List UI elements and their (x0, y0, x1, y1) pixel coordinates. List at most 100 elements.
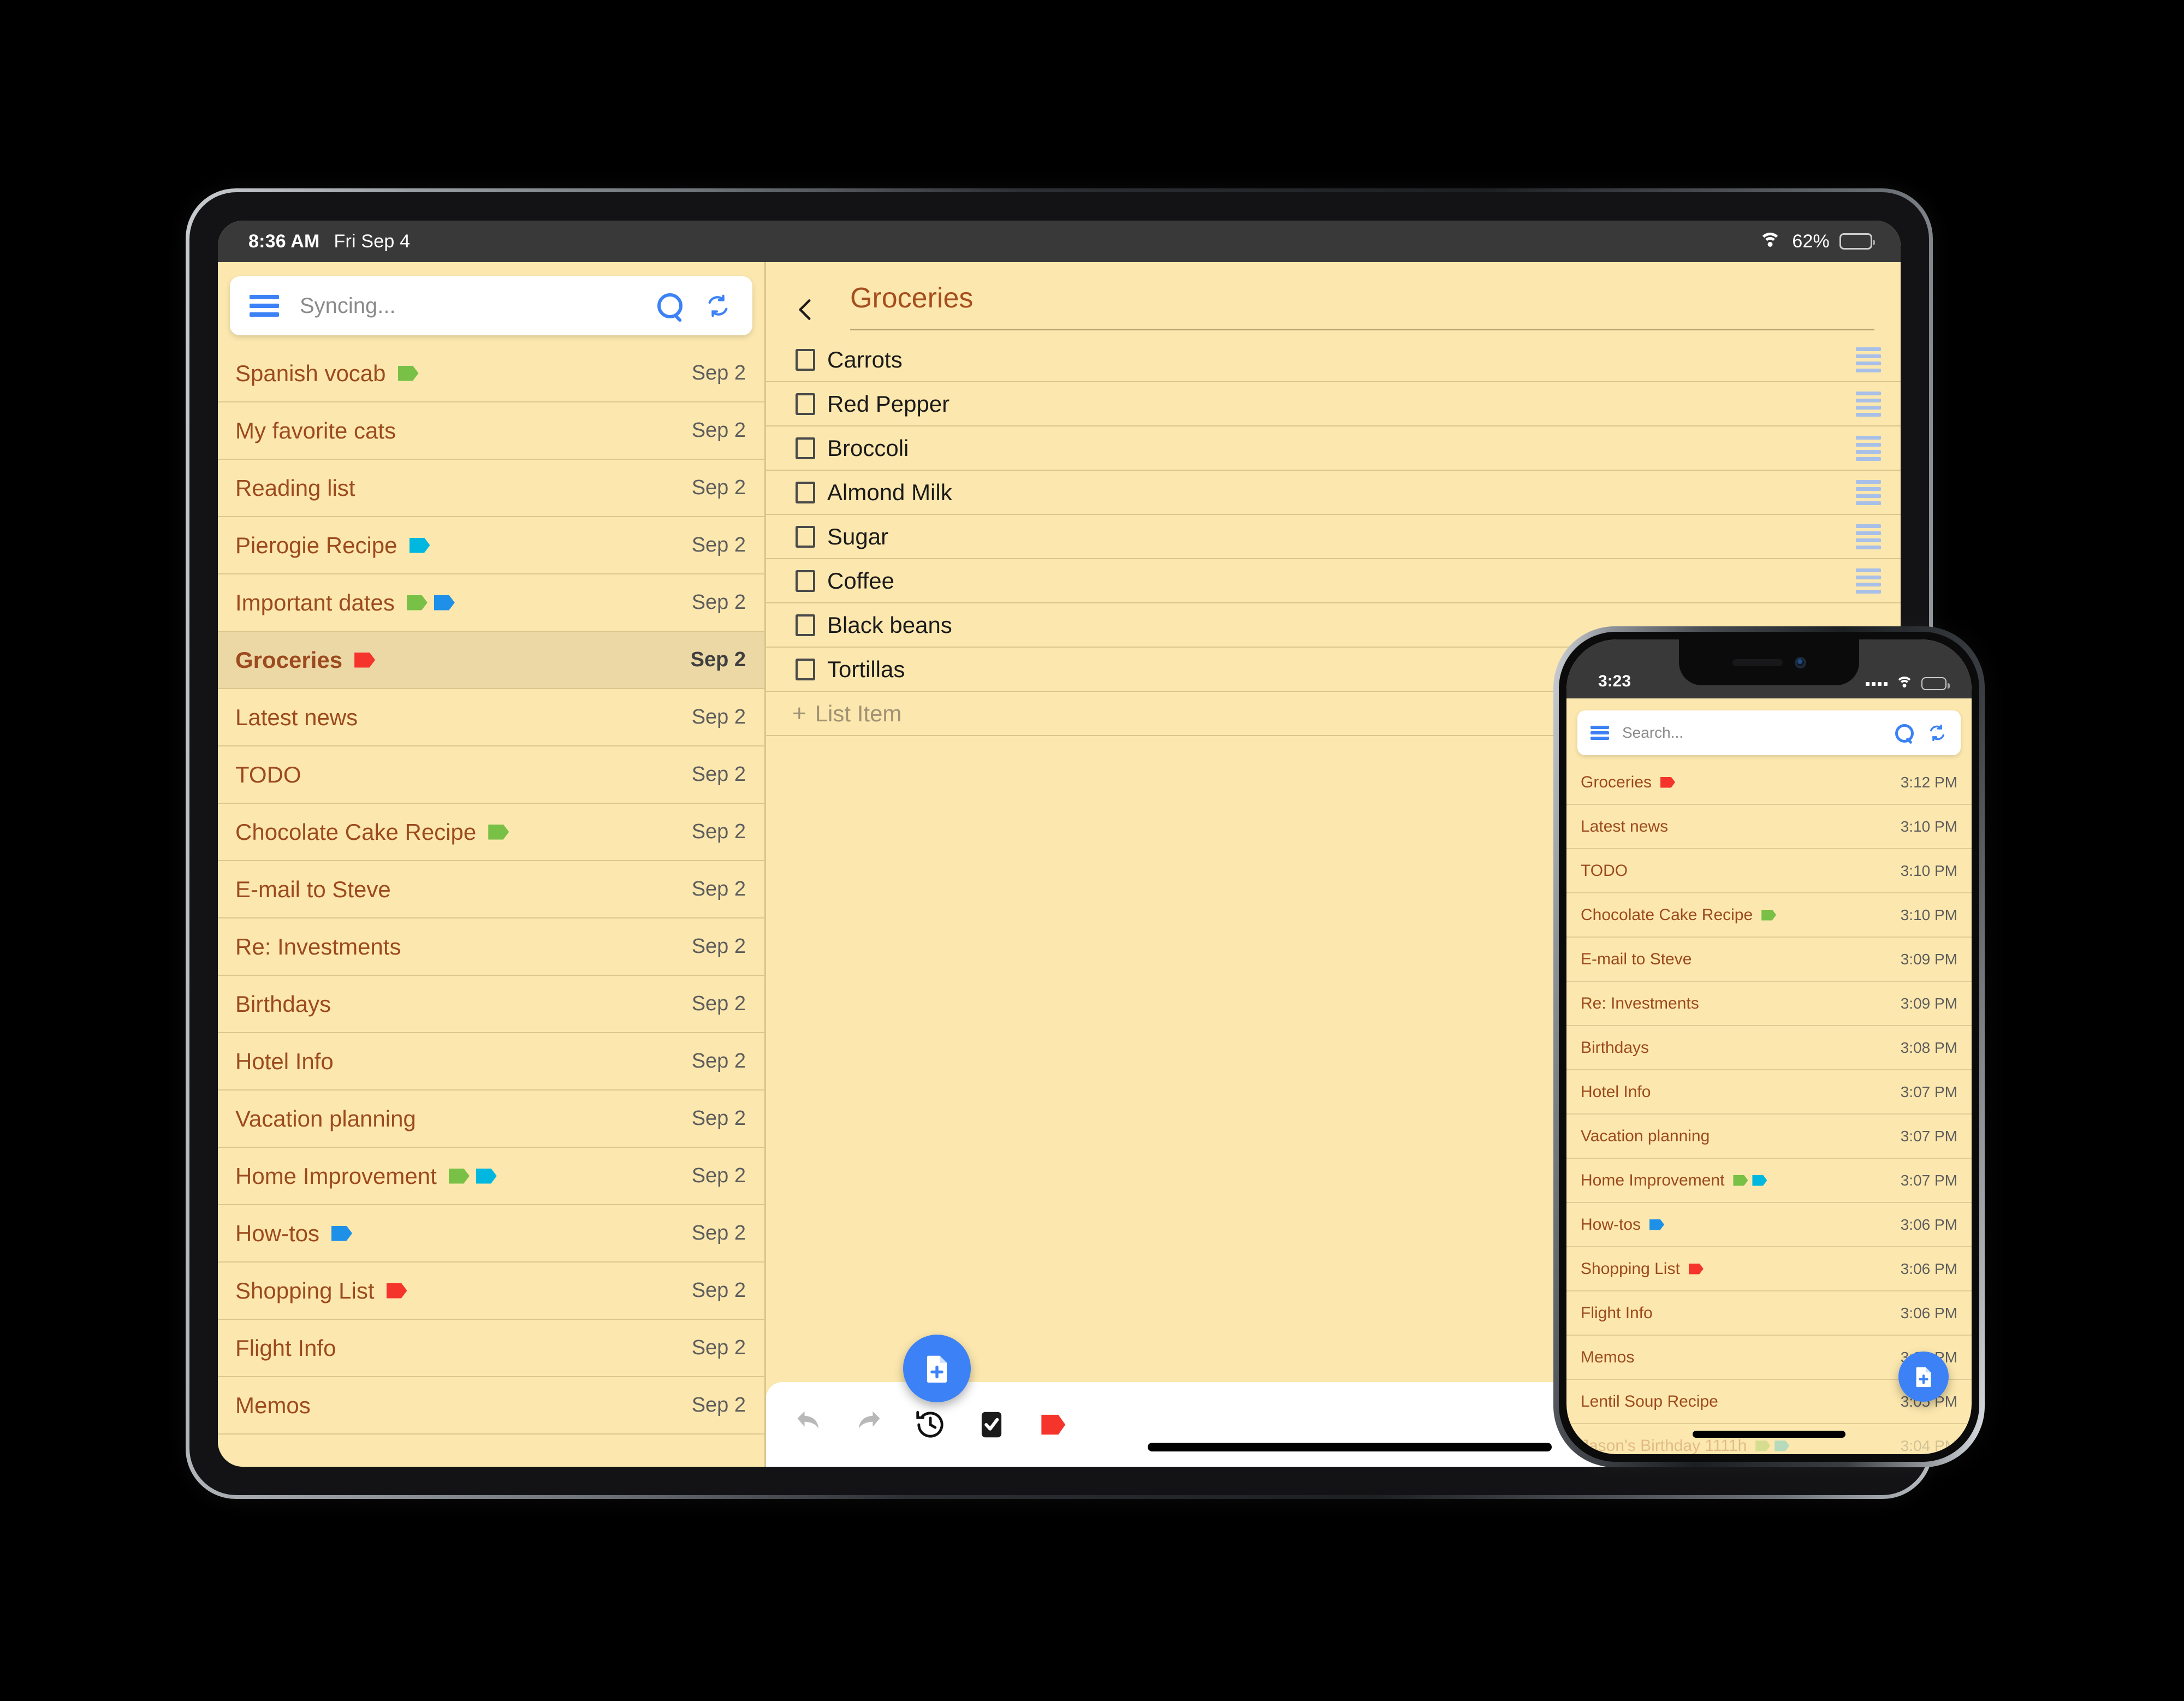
note-list-item[interactable]: Latest news Sep 2 (218, 689, 764, 746)
note-list-item[interactable]: Chocolate Cake Recipe 3:10 PM (1566, 893, 1972, 938)
note-list-item[interactable]: E-mail to Steve 3:09 PM (1566, 938, 1972, 982)
tag-icon (1733, 1175, 1748, 1186)
checklist-row[interactable]: Carrots (766, 338, 1901, 382)
search-icon[interactable] (657, 293, 682, 318)
sync-icon[interactable] (1928, 723, 1946, 743)
note-list-item[interactable]: Home Improvement 3:07 PM (1566, 1159, 1972, 1203)
note-date: Sep 2 (691, 1107, 746, 1130)
checklist-row[interactable]: Sugar (766, 515, 1901, 559)
note-list-item[interactable]: Vacation planning Sep 2 (218, 1090, 764, 1148)
note-list-item[interactable]: Flight Info Sep 2 (218, 1320, 764, 1377)
checklist-label: Broccoli (827, 435, 909, 461)
note-list-item[interactable]: Re: Investments Sep 2 (218, 918, 764, 976)
note-time: 3:09 PM (1900, 994, 1957, 1012)
search-icon[interactable] (1895, 724, 1914, 743)
search-input[interactable]: Syncing... (300, 294, 657, 318)
sidebar-search-bar[interactable]: Syncing... (230, 276, 752, 335)
drag-handle-icon[interactable] (1856, 568, 1881, 594)
note-title: Flight Info (235, 1335, 336, 1361)
note-list-item[interactable]: Home Improvement Sep 2 (218, 1148, 764, 1205)
tag-icon (1775, 1440, 1790, 1451)
note-list-item[interactable]: Important dates Sep 2 (218, 574, 764, 632)
note-list-item[interactable]: Re: Investments 3:09 PM (1566, 982, 1972, 1026)
checkbox-icon[interactable] (796, 658, 815, 680)
note-list-item[interactable]: Hotel Info 3:07 PM (1566, 1070, 1972, 1115)
note-list-item[interactable]: TODO 3:10 PM (1566, 849, 1972, 893)
note-title: Shopping List (1581, 1259, 1680, 1278)
status-right-cluster (1866, 677, 1950, 691)
note-title: Memos (1581, 1348, 1635, 1366)
history-icon[interactable] (913, 1408, 947, 1442)
note-list-item[interactable]: Jason's Birthday 1111h 3:04 PM (1566, 1424, 1972, 1455)
note-list-item[interactable]: Memos Sep 2 (218, 1377, 764, 1435)
hamburger-icon[interactable] (1590, 726, 1609, 740)
note-title: Important dates (235, 589, 395, 615)
note-title[interactable]: Groceries (850, 282, 1874, 329)
checkbox-icon[interactable] (796, 481, 815, 503)
note-list-item[interactable]: Vacation planning 3:07 PM (1566, 1115, 1972, 1159)
redo-icon[interactable] (852, 1408, 886, 1442)
note-time: 3:04 PM (1900, 1437, 1957, 1454)
undo-icon[interactable] (791, 1408, 825, 1442)
checklist-row[interactable]: Almond Milk (766, 471, 1901, 515)
note-list-item[interactable]: Chocolate Cake Recipe Sep 2 (218, 804, 764, 861)
note-list-item[interactable]: Reading list Sep 2 (218, 460, 764, 517)
drag-handle-icon[interactable] (1856, 347, 1881, 372)
note-list-item[interactable]: TODO Sep 2 (218, 746, 764, 804)
note-tags (1761, 909, 1777, 921)
note-list-item[interactable]: Hotel Info Sep 2 (218, 1033, 764, 1090)
checklist-row[interactable]: Broccoli (766, 426, 1901, 471)
note-list-item[interactable]: My favorite cats Sep 2 (218, 402, 764, 460)
back-chevron-icon[interactable] (792, 296, 820, 323)
checkbox-icon[interactable] (975, 1408, 1008, 1442)
checkbox-icon[interactable] (796, 437, 815, 459)
status-right-cluster: 62% (1758, 231, 1875, 252)
note-title: Chocolate Cake Recipe (235, 819, 477, 845)
checkbox-icon[interactable] (796, 393, 815, 415)
new-note-fab[interactable] (1898, 1352, 1949, 1402)
drag-handle-icon[interactable] (1856, 391, 1881, 417)
new-note-fab[interactable] (903, 1335, 971, 1402)
drag-handle-icon[interactable] (1856, 479, 1881, 505)
checklist-label: Coffee (827, 567, 894, 594)
note-list-item[interactable]: Birthdays Sep 2 (218, 976, 764, 1033)
checkbox-icon[interactable] (796, 614, 815, 636)
phone-search-bar[interactable]: Search... (1577, 710, 1961, 755)
drag-handle-icon[interactable] (1856, 524, 1881, 549)
note-list-item[interactable]: Latest news 3:10 PM (1566, 805, 1972, 849)
note-list-item[interactable]: Shopping List Sep 2 (218, 1263, 764, 1320)
note-list-item[interactable]: Groceries 3:12 PM (1566, 761, 1972, 805)
checkbox-icon[interactable] (796, 348, 815, 371)
checkbox-icon[interactable] (796, 570, 815, 592)
hamburger-icon[interactable] (250, 295, 279, 317)
notes-list[interactable]: Spanish vocab Sep 2 My favorite cats Sep 2R… (218, 345, 764, 1467)
note-list-item[interactable]: Groceries Sep 2 (218, 632, 764, 689)
sync-icon[interactable] (705, 293, 731, 319)
note-list-item[interactable]: Shopping List 3:06 PM (1566, 1247, 1972, 1291)
note-list-item[interactable]: Birthdays 3:08 PM (1566, 1026, 1972, 1070)
checklist-row[interactable]: Red Pepper (766, 382, 1901, 426)
note-date: Sep 2 (691, 591, 746, 614)
drag-handle-icon[interactable] (1856, 435, 1881, 461)
note-list-item[interactable]: Spanish vocab Sep 2 (218, 345, 764, 402)
note-list-item[interactable]: Pierogie Recipe Sep 2 (218, 517, 764, 574)
note-time: 3:12 PM (1900, 773, 1957, 791)
note-title: How-tos (235, 1220, 320, 1246)
note-tags (331, 1225, 353, 1241)
status-time: 8:36 AM (248, 230, 320, 252)
checkbox-icon[interactable] (796, 525, 815, 548)
tag-icon[interactable] (1036, 1408, 1070, 1442)
search-input[interactable]: Search... (1622, 724, 1895, 742)
phone-notes-list[interactable]: Groceries 3:12 PM Latest news 3:10 PM TODO 3:… (1566, 761, 1972, 1454)
note-list-item[interactable]: Flight Info 3:06 PM (1566, 1291, 1972, 1336)
new-document-icon (927, 1355, 947, 1383)
note-list-item[interactable]: How-tos Sep 2 (218, 1205, 764, 1263)
note-time: 3:06 PM (1900, 1304, 1957, 1321)
note-list-item[interactable]: How-tos 3:06 PM (1566, 1203, 1972, 1247)
checklist-row[interactable]: Coffee (766, 559, 1901, 603)
note-list-item[interactable]: E-mail to Steve Sep 2 (218, 861, 764, 918)
checklist-label: Sugar (827, 523, 889, 549)
note-title: Home Improvement (1581, 1171, 1725, 1189)
note-time: 3:06 PM (1900, 1216, 1957, 1233)
iphone-device-frame: 3:23 Search... Groceries 3:12 PM Latest … (1553, 626, 1985, 1467)
